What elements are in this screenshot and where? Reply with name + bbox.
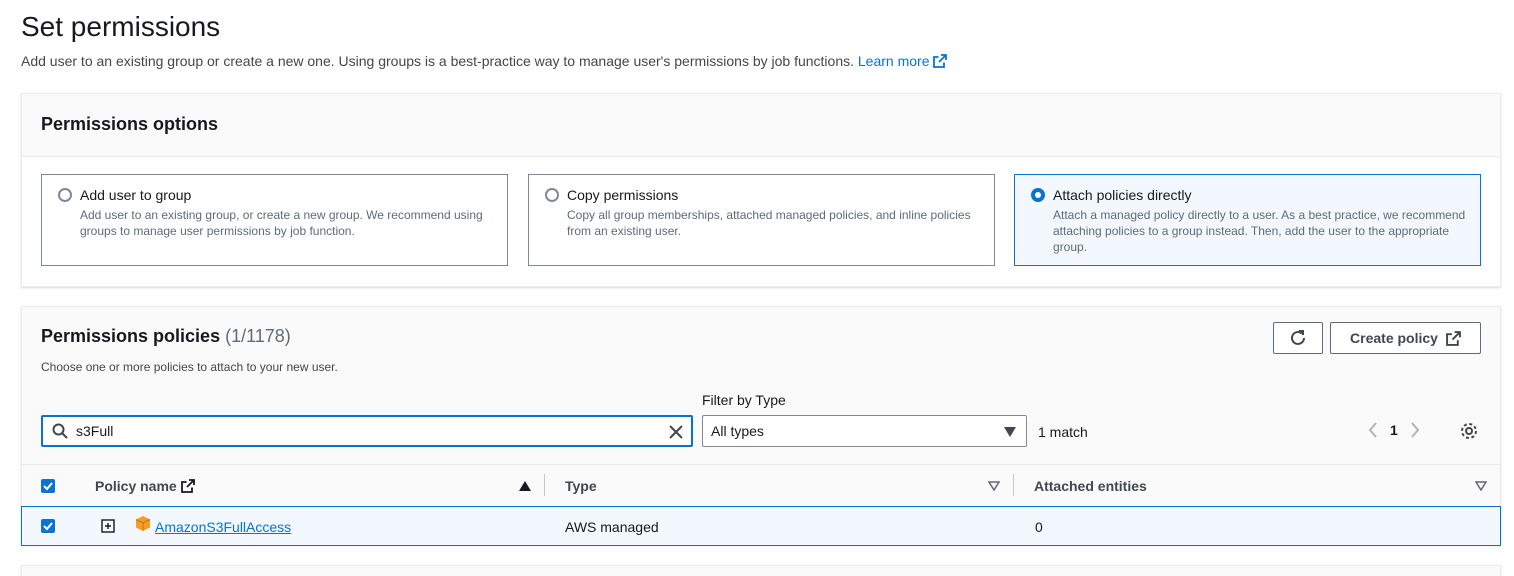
policies-title-wrap: Permissions policies (1/1178)	[41, 326, 291, 347]
permissions-options-header: Permissions options	[22, 94, 1500, 157]
option-label: Attach policies directly	[1053, 187, 1192, 203]
aws-package-icon	[135, 516, 151, 531]
clear-icon[interactable]	[667, 423, 685, 441]
radio-attach-policies-directly[interactable]	[1031, 188, 1045, 202]
column-attached-entities-label: Attached entities	[1034, 478, 1147, 494]
policies-description: Choose one or more policies to attach to…	[41, 360, 338, 374]
column-type-label: Type	[565, 478, 597, 494]
option-label: Add user to group	[80, 187, 192, 203]
option-description: Add user to an existing group, or create…	[80, 208, 483, 238]
option-description: Attach a managed policy directly to a us…	[1053, 208, 1466, 254]
option-description: Copy all group memberships, attached man…	[567, 208, 971, 238]
select-all-checkbox[interactable]	[41, 479, 55, 493]
check-icon	[43, 482, 53, 491]
pagination: 1	[1368, 422, 1420, 438]
attached-entities-value: 0	[1035, 519, 1043, 535]
policy-search-input[interactable]	[76, 423, 636, 439]
policies-count: (1/1178)	[225, 326, 291, 346]
permissions-policies-panel: Permissions policies (1/1178) Choose one…	[21, 306, 1501, 546]
learn-more-label: Learn more	[857, 53, 930, 69]
sort-icon[interactable]	[1475, 481, 1487, 491]
column-type[interactable]: Type	[565, 478, 597, 494]
refresh-button[interactable]	[1273, 322, 1323, 354]
caret-down-icon	[1004, 427, 1016, 437]
external-link-icon	[1446, 330, 1461, 346]
page-number[interactable]: 1	[1390, 422, 1398, 438]
refresh-icon	[1291, 330, 1305, 345]
page-description: Add user to an existing group or create …	[21, 53, 948, 69]
column-policy-name-label: Policy name	[95, 478, 177, 494]
column-attached-entities[interactable]: Attached entities	[1034, 478, 1147, 494]
chevron-left-icon[interactable]	[1368, 422, 1378, 438]
sort-icon[interactable]	[988, 481, 1000, 491]
chevron-right-icon[interactable]	[1410, 422, 1420, 438]
permissions-options-title: Permissions options	[41, 114, 219, 134]
check-icon	[43, 522, 53, 531]
next-panel	[21, 565, 1501, 576]
search-icon	[52, 423, 68, 439]
filter-type-value: All types	[711, 423, 764, 439]
table-row[interactable]: AmazonS3FullAccess AWS managed 0	[21, 506, 1501, 546]
policy-type: AWS managed	[565, 519, 659, 535]
permissions-policies-header: Permissions policies (1/1178) Choose one…	[21, 307, 1501, 546]
filter-by-type-label: Filter by Type	[702, 392, 786, 408]
column-separator[interactable]	[1013, 474, 1014, 496]
row-checkbox[interactable]	[41, 519, 55, 533]
option-copy-permissions[interactable]: Copy permissions Copy all group membersh…	[528, 174, 995, 266]
policies-title: Permissions policies	[41, 326, 221, 346]
permissions-options-panel: Permissions options Add user to group Ad…	[21, 93, 1501, 287]
page-description-text: Add user to an existing group or create …	[21, 53, 854, 69]
radio-add-user-to-group[interactable]	[58, 188, 72, 202]
create-policy-label: Create policy	[1350, 330, 1438, 346]
sort-asc-icon[interactable]	[519, 481, 531, 491]
option-label: Copy permissions	[567, 187, 679, 203]
create-policy-button[interactable]: Create policy	[1330, 322, 1481, 354]
policy-name-link[interactable]: AmazonS3FullAccess	[155, 519, 291, 535]
expand-icon[interactable]	[101, 519, 115, 533]
column-separator[interactable]	[544, 474, 545, 496]
radio-copy-permissions[interactable]	[545, 188, 559, 202]
option-add-user-to-group[interactable]: Add user to group Add user to an existin…	[41, 174, 508, 266]
match-count: 1 match	[1038, 424, 1088, 440]
learn-more-link[interactable]: Learn more	[858, 53, 948, 69]
external-link-icon	[180, 479, 195, 493]
policy-search[interactable]	[41, 415, 693, 447]
policies-table-header: Policy name Type Attached entities	[22, 464, 1500, 506]
option-attach-policies-directly[interactable]: Attach policies directly Attach a manage…	[1014, 174, 1481, 266]
external-link-icon	[933, 54, 948, 68]
settings-icon[interactable]	[1459, 421, 1479, 441]
column-policy-name[interactable]: Policy name	[95, 478, 195, 494]
page-title: Set permissions	[21, 11, 221, 42]
filter-type-select[interactable]: All types	[702, 415, 1027, 447]
